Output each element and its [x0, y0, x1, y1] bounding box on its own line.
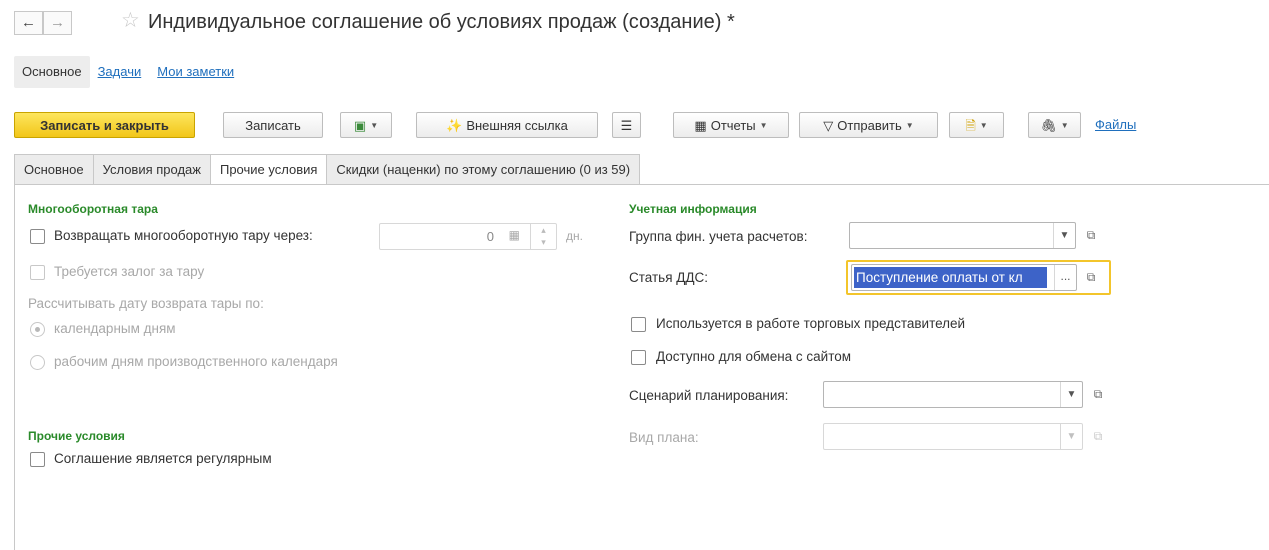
tab-discounts[interactable]: Скидки (наценки) по этому соглашению (0 …: [326, 154, 641, 185]
dropdown-arrow-icon[interactable]: ▼: [1060, 382, 1082, 407]
dropdown-arrow-icon[interactable]: ▼: [1053, 223, 1075, 248]
chevron-down-icon: ▼: [370, 120, 379, 130]
send-label: Отправить: [837, 117, 902, 133]
days-unit: дн.: [566, 229, 583, 243]
paperclip-icon: 🖇: [1040, 117, 1057, 133]
dds-more-button[interactable]: ...: [1054, 265, 1076, 290]
page-title: Индивидуальное соглашение об условиях пр…: [148, 11, 735, 33]
radio-calendar-days-label: календарным дням: [54, 321, 176, 336]
group-title-accounting: Учетная информация: [629, 202, 757, 216]
external-link-button[interactable]: ✨ Внешняя ссылка: [416, 112, 598, 138]
tab-sales-conditions[interactable]: Условия продаж: [92, 154, 210, 185]
return-days-value: 0: [486, 229, 494, 244]
tab-main[interactable]: Основное: [14, 154, 93, 185]
save-and-close-button[interactable]: Записать и закрыть: [14, 112, 195, 138]
regular-agreement-label: Соглашение является регулярным: [54, 451, 272, 466]
external-link-label: Внешняя ссылка: [466, 117, 568, 133]
return-days-field[interactable]: 0 ▦ ▴ ▾: [379, 223, 557, 250]
spinner-icon[interactable]: ▴ ▾: [530, 224, 556, 249]
back-button[interactable]: ←: [14, 11, 43, 35]
calc-date-label: Рассчитывать дату возврата тары по:: [28, 296, 264, 311]
send-icon: ▽: [823, 117, 834, 133]
radio-work-days: [30, 355, 45, 370]
dropdown-arrow-icon: ▼: [1060, 424, 1082, 449]
arrow-left-icon: ←: [21, 14, 36, 31]
nav-panel: Основное Задачи Мои заметки: [14, 56, 242, 88]
create-based-on-icon: ▣: [353, 117, 367, 133]
open-icon: ⧉: [1093, 429, 1103, 443]
files-link[interactable]: Файлы: [1095, 117, 1136, 132]
chevron-down-icon: ▼: [759, 120, 768, 130]
reports-button[interactable]: ▦ Отчеты ▼: [673, 112, 789, 138]
tab-divider: [14, 184, 1269, 185]
plan-type-label: Вид плана:: [629, 430, 699, 445]
regular-agreement-checkbox[interactable]: [30, 452, 45, 467]
send-button[interactable]: ▽ Отправить ▼: [799, 112, 938, 138]
site-exchange-checkbox[interactable]: [631, 350, 646, 365]
planning-label: Сценарий планирования:: [629, 388, 789, 403]
attach-button[interactable]: 🖇 ▼: [1028, 112, 1081, 138]
reports-label: Отчеты: [710, 117, 756, 133]
plan-type-input: ▼: [823, 423, 1083, 450]
list-button[interactable]: ☰: [612, 112, 641, 138]
chevron-down-icon: ▼: [905, 120, 914, 130]
panel-border: [14, 184, 15, 550]
forward-button[interactable]: →: [43, 11, 72, 35]
group-title-packaging: Многооборотная тара: [28, 202, 158, 216]
print-icon: 🗎: [965, 117, 976, 133]
return-packaging-label: Возвращать многооборотную тару через:: [54, 228, 313, 243]
nav-item-tasks[interactable]: Задачи: [90, 56, 150, 88]
list-icon: ☰: [620, 117, 633, 133]
open-icon[interactable]: ⧉: [1081, 264, 1101, 291]
dds-label: Статья ДДС:: [629, 270, 709, 285]
print-button[interactable]: 🗎 ▼: [949, 112, 1004, 138]
open-icon[interactable]: ⧉: [1088, 381, 1108, 408]
tab-bar: Основное Условия продаж Прочие условия С…: [14, 154, 641, 185]
radio-calendar-days: [30, 322, 45, 337]
arrow-right-icon: →: [50, 14, 65, 31]
group-title-other: Прочие условия: [28, 429, 125, 443]
calendar-icon: ▦: [508, 228, 520, 242]
dds-value: Поступление оплаты от кл: [854, 267, 1047, 288]
sales-reps-checkbox[interactable]: [631, 317, 646, 332]
create-based-on-button[interactable]: ▣ ▼: [340, 112, 392, 138]
tab-other-conditions[interactable]: Прочие условия: [209, 154, 327, 185]
nav-item-main[interactable]: Основное: [14, 56, 90, 88]
chevron-down-icon: ▼: [1060, 120, 1069, 130]
site-exchange-label: Доступно для обмена с сайтом: [656, 349, 852, 364]
planning-input[interactable]: ▼: [823, 381, 1083, 408]
chevron-down-icon: ▼: [979, 120, 988, 130]
radio-work-days-label: рабочим дням производственного календаря: [54, 354, 338, 369]
save-button[interactable]: Записать: [223, 112, 323, 138]
sales-reps-label: Используется в работе торговых представи…: [656, 316, 966, 331]
fin-group-input[interactable]: ▼: [849, 222, 1076, 249]
star-icon[interactable]: ☆: [121, 9, 140, 33]
deposit-checkbox: [30, 265, 45, 280]
reports-icon: ▦: [694, 117, 707, 133]
fin-group-label: Группа фин. учета расчетов:: [629, 229, 808, 244]
return-packaging-checkbox[interactable]: [30, 229, 45, 244]
deposit-label: Требуется залог за тару: [54, 264, 205, 279]
external-link-icon: ✨: [446, 117, 463, 133]
open-icon[interactable]: ⧉: [1081, 222, 1101, 249]
nav-item-notes[interactable]: Мои заметки: [149, 56, 242, 88]
